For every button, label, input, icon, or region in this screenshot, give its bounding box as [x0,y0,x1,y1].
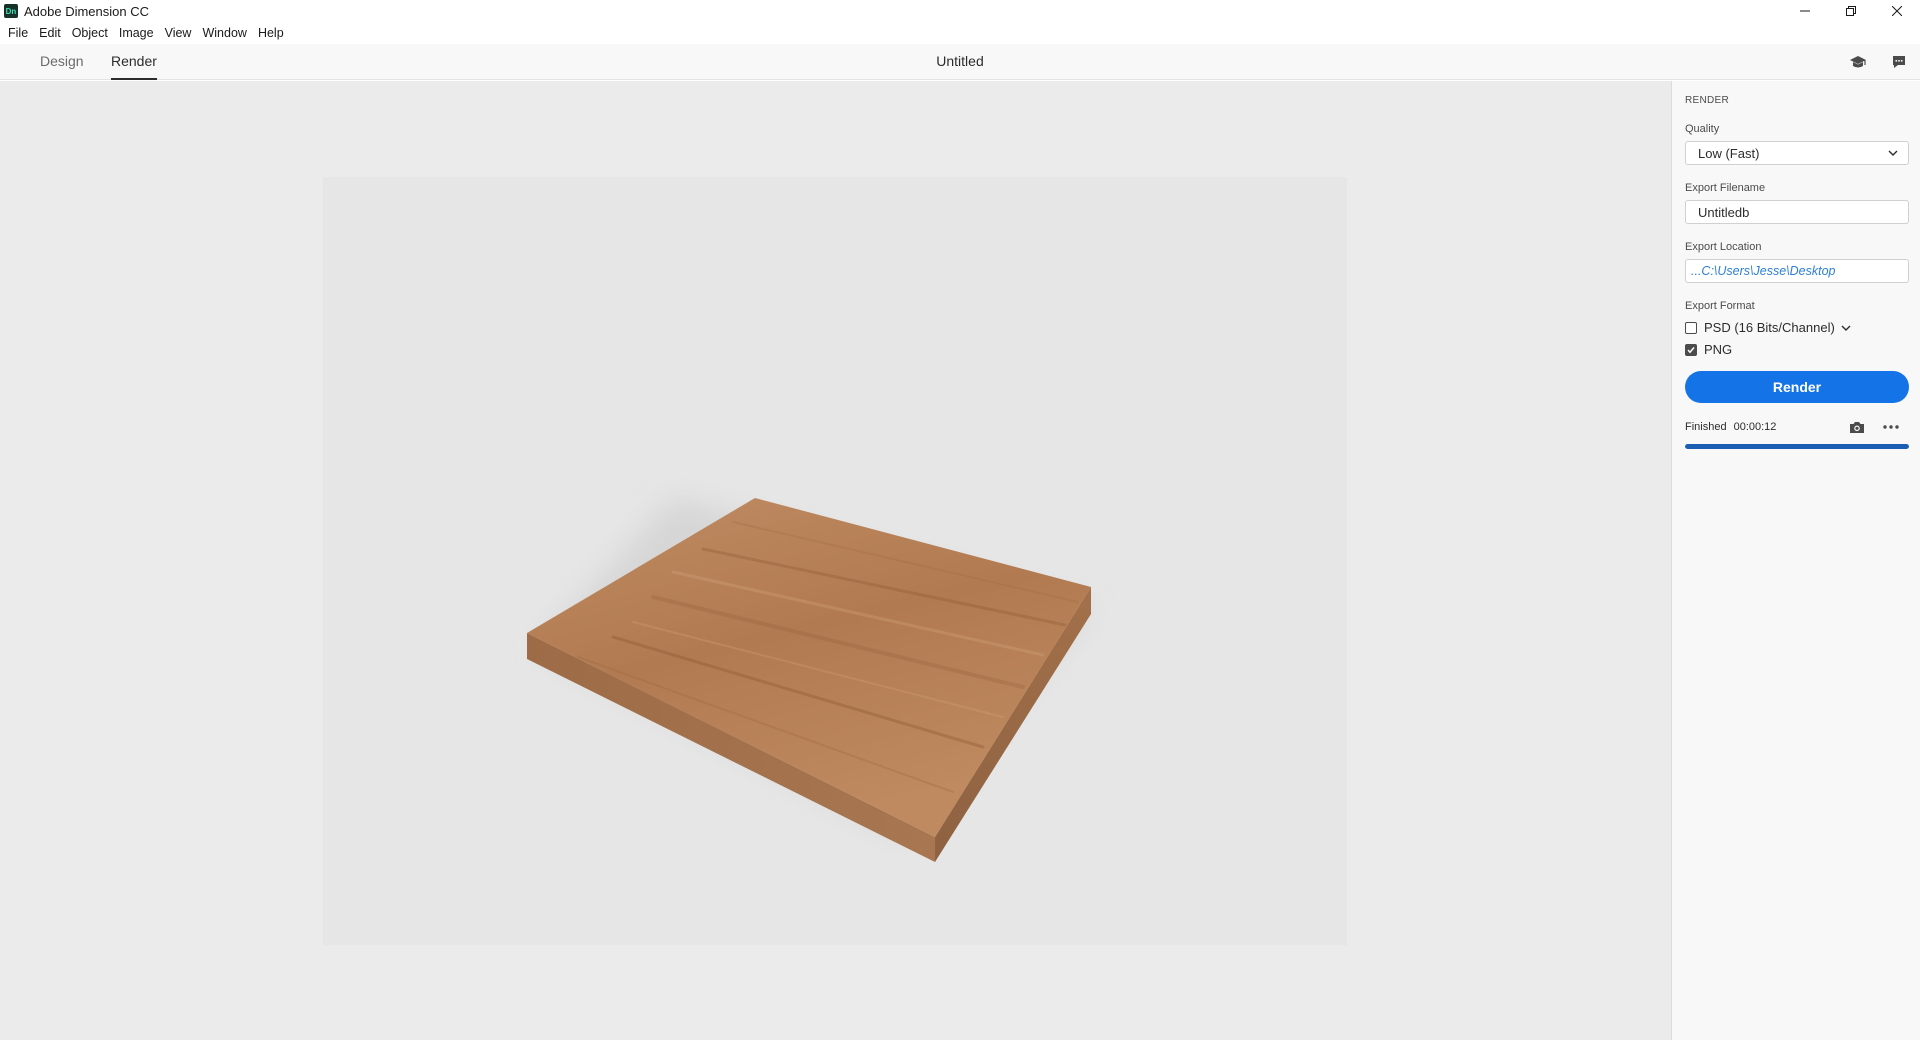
minimize-icon [1800,10,1810,12]
menu-file[interactable]: File [8,26,28,40]
progress-fill [1685,444,1909,449]
title-bar: Dn Adobe Dimension CC [0,0,1920,22]
feedback-icon[interactable] [1889,52,1909,72]
camera-icon[interactable] [1848,419,1866,435]
png-label: PNG [1704,342,1733,357]
format-label: Export Format [1685,300,1755,312]
close-icon [1892,6,1902,16]
render-progress-bar [1685,444,1909,449]
chevron-down-icon [1888,150,1898,156]
learn-icon[interactable] [1848,52,1868,72]
status-label: Finished [1685,421,1727,433]
quality-label: Quality [1685,123,1720,135]
checkmark-icon [1687,346,1695,353]
app-logo: Dn [4,4,18,18]
menu-view[interactable]: View [165,26,192,40]
status-time: 00:00:12 [1733,421,1777,433]
format-psd-row: PSD (16 Bits/Channel) [1685,320,1907,335]
minimize-button[interactable] [1782,0,1828,22]
location-input[interactable]: ...C:\Users\Jesse\Desktop [1685,259,1909,283]
window-controls [1782,0,1920,22]
menu-object[interactable]: Object [72,26,108,40]
menu-edit[interactable]: Edit [39,26,61,40]
psd-label: PSD (16 Bits/Channel) [1704,320,1835,335]
app-title: Adobe Dimension CC [24,3,150,19]
more-icon[interactable] [1882,419,1900,435]
document-title: Untitled [936,53,984,69]
psd-checkbox[interactable] [1685,321,1697,334]
menu-image[interactable]: Image [119,26,154,40]
wood-board[interactable] [323,177,1347,945]
quality-select[interactable]: Low (Fast) [1685,141,1909,165]
restore-icon [1846,6,1856,16]
render-status: Finished 00:00:12 [1685,417,1907,437]
menu-window[interactable]: Window [202,26,246,40]
menu-help[interactable]: Help [258,26,284,40]
render-panel: RENDER Quality Low (Fast) Export Filenam… [1671,81,1920,1040]
png-checkbox[interactable] [1685,343,1697,356]
filename-input[interactable]: Untitledb [1685,200,1909,224]
workspace [0,81,1671,1040]
tab-design[interactable]: Design [40,53,84,78]
menu-bar: File Edit Object Image View Window Help [0,22,1920,44]
chevron-down-icon[interactable] [1841,325,1851,331]
mode-tab-bar: Untitled Design Render [0,44,1920,80]
restore-button[interactable] [1828,0,1874,22]
location-label: Export Location [1685,241,1762,253]
format-png-row: PNG [1685,342,1907,357]
render-canvas[interactable] [323,177,1347,945]
close-button[interactable] [1874,0,1920,22]
tab-render[interactable]: Render [111,53,157,80]
filename-label: Export Filename [1685,182,1766,194]
panel-heading: RENDER [1685,95,1730,106]
quality-value: Low (Fast) [1698,145,1760,161]
render-button[interactable]: Render [1685,371,1909,403]
